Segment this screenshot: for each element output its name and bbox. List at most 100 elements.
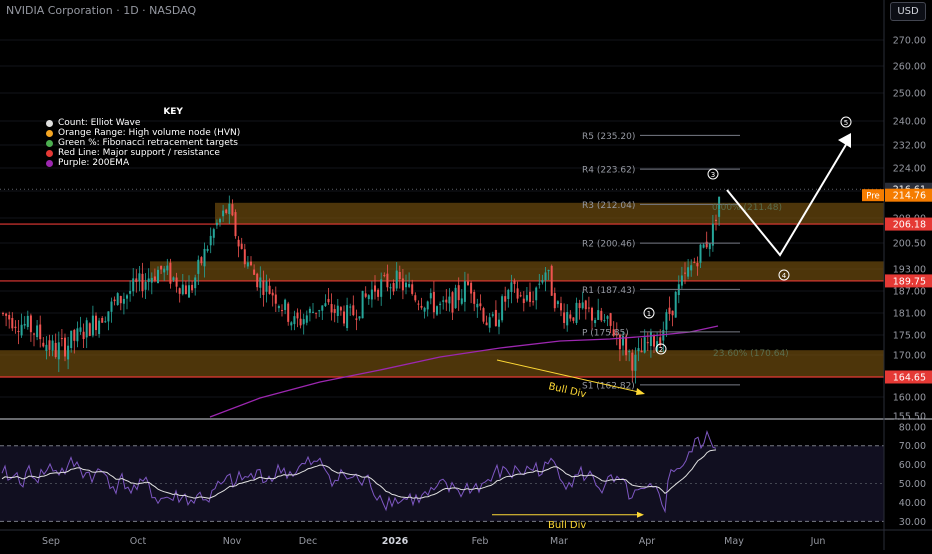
candle-body xyxy=(57,342,60,360)
candle-body xyxy=(584,300,587,310)
time-axis-tick-label: Oct xyxy=(130,536,147,547)
candle-body xyxy=(14,326,17,329)
price-axis-tick-label: 175.00 xyxy=(893,331,926,342)
candle-body xyxy=(349,306,352,308)
candle-body xyxy=(671,310,674,316)
candle-body xyxy=(708,243,711,250)
candle-body xyxy=(386,273,389,288)
candle-body xyxy=(473,292,476,304)
candle-body xyxy=(535,287,538,301)
price-label-text: 214.76 xyxy=(893,191,926,202)
price-axis-tick-label: 155.50 xyxy=(893,412,926,423)
candle-body xyxy=(333,309,336,313)
candle-body xyxy=(42,342,45,347)
currency-button[interactable]: USD xyxy=(890,2,926,21)
candle-body xyxy=(457,285,460,301)
candle-body xyxy=(45,344,48,351)
candle-body xyxy=(504,296,507,302)
candle-body xyxy=(550,265,553,296)
candle-body xyxy=(147,278,150,282)
candle-body xyxy=(293,316,296,325)
candle-body xyxy=(488,317,491,328)
candle-body xyxy=(705,241,708,248)
candle-body xyxy=(60,338,63,340)
candle-body xyxy=(209,235,212,246)
candle-body xyxy=(321,305,324,311)
candle-body xyxy=(129,290,132,294)
candle-body xyxy=(640,350,643,353)
candle-body xyxy=(637,348,640,352)
time-axis-tick-label: 2026 xyxy=(382,536,409,547)
candle-body xyxy=(17,331,20,333)
candle-body xyxy=(411,284,414,294)
candle-body xyxy=(423,307,426,312)
chart-stage[interactable]: R5 (235.20) R4 (223.62) R3 (212.04) R2 (200… xyxy=(0,0,932,550)
pivot-level-label: P (175.85) xyxy=(582,328,629,338)
candle-body xyxy=(485,322,488,326)
price-label-text: 206.18 xyxy=(893,220,926,231)
candle-body xyxy=(529,291,531,302)
time-axis-tick-label: Apr xyxy=(639,536,656,547)
candle-body xyxy=(597,310,600,320)
candle-body xyxy=(653,335,655,347)
candle-body xyxy=(172,277,175,281)
price-axis-tick-label: 170.00 xyxy=(893,351,926,362)
price-axis-tick-label: 250.00 xyxy=(893,89,926,100)
candle-body xyxy=(163,268,166,273)
price-axis-tick-label: 160.00 xyxy=(893,393,926,404)
candle-body xyxy=(122,298,125,304)
candle-body xyxy=(680,275,683,286)
candle-body xyxy=(119,296,122,304)
candle-body xyxy=(470,282,473,294)
pivot-level-label: R1 (187.43) xyxy=(582,286,635,296)
candle-body xyxy=(556,301,559,305)
candle-body xyxy=(463,281,466,302)
pivot-level-label: R4 (223.62) xyxy=(582,166,635,176)
candle-body xyxy=(507,289,510,299)
candle-body xyxy=(26,315,29,327)
candle-body xyxy=(188,285,190,298)
candle-body xyxy=(566,312,569,326)
candle-body xyxy=(380,279,383,297)
rsi-axis-tick-label: 50.00 xyxy=(899,479,926,490)
candle-body xyxy=(591,307,593,321)
candle-body xyxy=(327,298,330,303)
candle-body xyxy=(70,330,73,349)
candle-body xyxy=(259,277,262,288)
time-axis-tick-label: Jun xyxy=(810,536,826,547)
candle-body xyxy=(448,296,451,304)
rsi-bull-div-label: Bull Div xyxy=(548,520,586,531)
candle-body xyxy=(222,210,225,217)
arrowhead-icon xyxy=(636,388,645,395)
time-axis-tick-label: Nov xyxy=(223,536,242,547)
candle-body xyxy=(336,305,339,316)
candle-body xyxy=(8,315,11,320)
candle-body xyxy=(442,300,445,302)
candle-body xyxy=(95,315,97,331)
candle-body xyxy=(377,289,380,297)
key-label: Purple: 200EMA xyxy=(58,158,130,168)
price-axis-tick-label: 224.00 xyxy=(893,164,926,175)
candle-body xyxy=(522,298,525,304)
candle-body xyxy=(299,318,302,326)
candle-body xyxy=(141,273,144,292)
candle-body xyxy=(76,328,79,342)
candle-body xyxy=(634,354,637,371)
candle-body xyxy=(290,322,293,326)
price-axis-tick-label: 240.00 xyxy=(893,117,926,128)
candle-body xyxy=(383,275,386,277)
wave-projection-path xyxy=(726,137,851,257)
candle-body xyxy=(274,294,277,304)
candle-body xyxy=(575,302,578,323)
candle-body xyxy=(271,292,274,296)
candle-body xyxy=(544,272,547,281)
price-axis-tick-label: 232.00 xyxy=(893,141,926,152)
tradingview-chart[interactable]: R5 (235.20) R4 (223.62) R3 (212.04) R2 (200… xyxy=(0,0,932,550)
rsi-axis-tick-label: 30.00 xyxy=(899,517,926,528)
candle-body xyxy=(33,333,35,335)
candle-body xyxy=(281,310,283,312)
wave-label: 2 xyxy=(659,346,663,354)
candle-body xyxy=(516,288,519,299)
candle-body xyxy=(315,312,318,314)
candle-body xyxy=(219,218,221,223)
